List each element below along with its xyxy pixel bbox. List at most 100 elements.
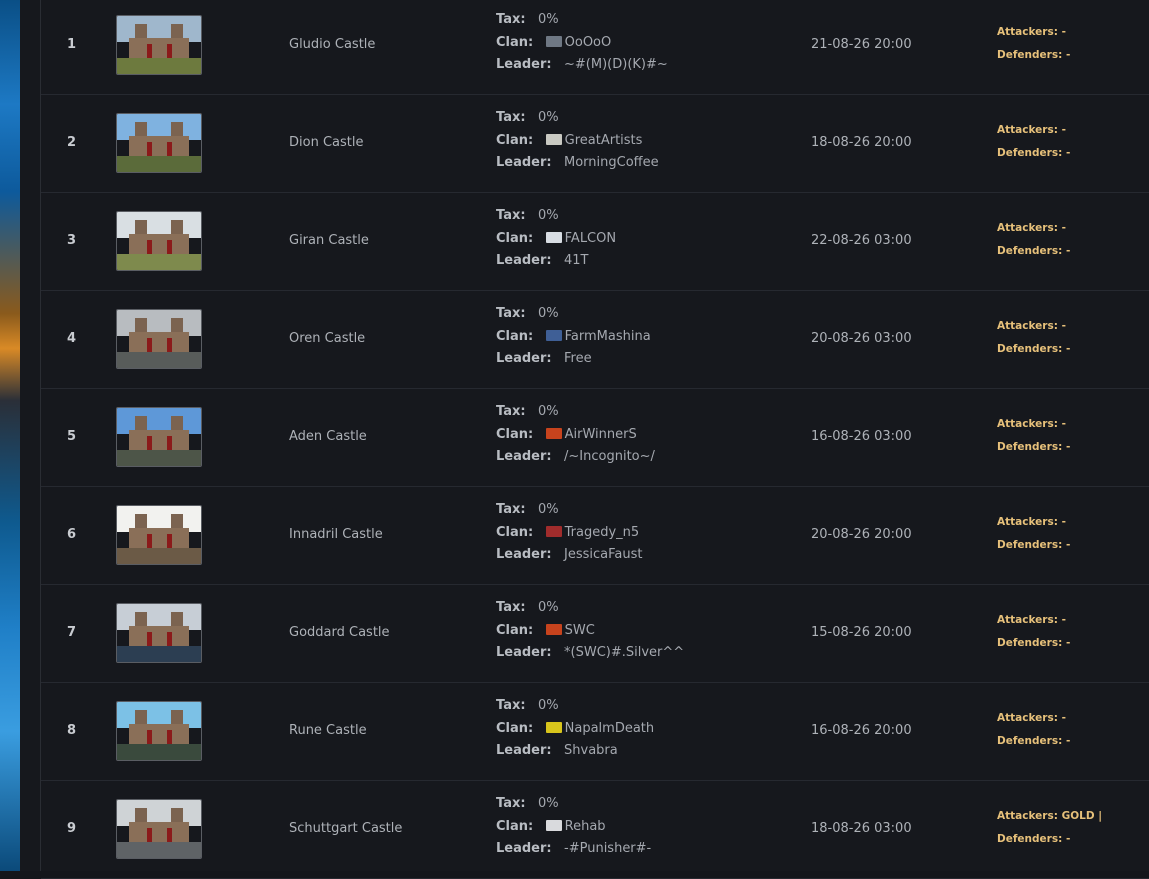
castle-image-banner: [147, 240, 152, 254]
leader-label: Leader:: [496, 841, 552, 856]
defenders-value: -: [1065, 734, 1071, 747]
tax-value: 0%: [537, 404, 559, 419]
castle-row: 8 Rune Castle Tax: 0% Clan: NapalmDeath …: [41, 682, 1149, 781]
siege-date: 20-08-26 20:00: [811, 527, 912, 542]
castle-image-banner: [147, 338, 152, 352]
castle-image-ground: [117, 57, 201, 74]
castle-row: 2 Dion Castle Tax: 0% Clan: GreatArtists…: [41, 94, 1149, 193]
siege-participants: Attackers: - Defenders: -: [997, 217, 1070, 262]
castle-image-banner: [147, 44, 152, 58]
castle-rank: 2: [67, 135, 77, 150]
tax-value: 0%: [537, 600, 559, 615]
tax-label: Tax:: [496, 306, 526, 321]
clan-label: Clan:: [496, 720, 534, 736]
castle-info: Tax: 0% Clan: AirWinnerS Leader: /~Incog…: [496, 401, 655, 469]
attackers-label: Attackers:: [997, 418, 1058, 430]
defenders-value: -: [1065, 146, 1071, 159]
siege-participants: Attackers: - Defenders: -: [997, 707, 1070, 752]
castle-image-banner: [167, 44, 172, 58]
castle-image-banner: [147, 730, 152, 744]
clan-label: Clan:: [496, 328, 534, 344]
defenders-value: -: [1065, 636, 1071, 649]
clan-crest-icon: [545, 623, 562, 635]
castle-image-banner: [167, 142, 172, 156]
clan-label: Clan:: [496, 132, 534, 148]
castle-row: 9 Schuttgart Castle Tax: 0% Clan: Rehab …: [41, 780, 1149, 879]
clan-crest-icon: [545, 329, 562, 341]
castle-rank: 4: [67, 331, 77, 346]
clan-crest-icon: [545, 133, 562, 145]
tax-value: 0%: [537, 306, 559, 321]
castle-image-ground: [117, 645, 201, 662]
castle-rank: 5: [67, 429, 77, 444]
castle-image-ground: [117, 547, 201, 564]
clan-name: SWC: [564, 622, 595, 638]
attackers-label: Attackers:: [997, 124, 1058, 136]
attackers-value: -: [1061, 614, 1066, 626]
clan-name: Tragedy_n5: [564, 524, 640, 540]
leader-label: Leader:: [496, 155, 552, 170]
siege-date: 18-08-26 03:00: [811, 821, 912, 836]
clan-name: FALCON: [564, 230, 617, 246]
defenders-value: -: [1065, 48, 1071, 61]
castle-info: Tax: 0% Clan: NapalmDeath Leader: Shvabr…: [496, 695, 654, 763]
siege-date: 16-08-26 20:00: [811, 723, 912, 738]
castle-image-ground: [117, 253, 201, 270]
castle-name: Dion Castle: [289, 135, 364, 150]
defenders-label: Defenders:: [997, 636, 1063, 649]
castle-row: 6 Innadril Castle Tax: 0% Clan: Tragedy_…: [41, 486, 1149, 585]
attackers-value: GOLD |: [1061, 810, 1103, 822]
castle-image-banner: [147, 142, 152, 156]
castle-info: Tax: 0% Clan: FALCON Leader: 41T: [496, 205, 616, 273]
tax-value: 0%: [537, 208, 559, 223]
clan-name: Rehab: [564, 818, 606, 834]
clan-name: GreatArtists: [564, 132, 643, 148]
attackers-label: Attackers:: [997, 26, 1058, 38]
castle-image: [116, 505, 202, 565]
defenders-label: Defenders:: [997, 832, 1063, 845]
attackers-label: Attackers:: [997, 810, 1058, 822]
siege-participants: Attackers: - Defenders: -: [997, 609, 1070, 654]
clan-label: Clan:: [496, 34, 534, 50]
castle-list-panel: 1 Gludio Castle Tax: 0% Clan: OoOoO Lead…: [20, 0, 1149, 879]
castle-image-ground: [117, 743, 201, 760]
defenders-value: -: [1065, 342, 1071, 355]
tax-label: Tax:: [496, 404, 526, 419]
leader-label: Leader:: [496, 449, 552, 464]
castle-name: Giran Castle: [289, 233, 369, 248]
siege-participants: Attackers: - Defenders: -: [997, 119, 1070, 164]
clan-crest-icon: [545, 721, 562, 733]
defenders-label: Defenders:: [997, 48, 1063, 61]
background-art-strip: [0, 0, 20, 871]
defenders-label: Defenders:: [997, 244, 1063, 257]
siege-participants: Attackers: - Defenders: -: [997, 21, 1070, 66]
siege-date: 15-08-26 20:00: [811, 625, 912, 640]
siege-participants: Attackers: GOLD | Defenders: -: [997, 805, 1102, 850]
castle-rank: 3: [67, 233, 77, 248]
tax-label: Tax:: [496, 698, 526, 713]
castle-info: Tax: 0% Clan: Rehab Leader: -#Punisher#-: [496, 793, 651, 861]
castle-image-banner: [167, 338, 172, 352]
castle-name: Rune Castle: [289, 723, 367, 738]
attackers-value: -: [1061, 124, 1066, 136]
clan-name: FarmMashina: [564, 328, 651, 344]
clan-label: Clan:: [496, 524, 534, 540]
tax-label: Tax:: [496, 796, 526, 811]
attackers-value: -: [1061, 26, 1066, 38]
castle-image-banner: [167, 534, 172, 548]
leader-label: Leader:: [496, 351, 552, 366]
table-left-border: [40, 0, 41, 871]
castle-image-ground: [117, 155, 201, 172]
castle-row: 3 Giran Castle Tax: 0% Clan: FALCON Lead…: [41, 192, 1149, 291]
castle-image: [116, 211, 202, 271]
siege-participants: Attackers: - Defenders: -: [997, 315, 1070, 360]
leader-name: /~Incognito~/: [564, 449, 655, 464]
leader-label: Leader:: [496, 57, 552, 72]
defenders-value: -: [1065, 538, 1071, 551]
tax-value: 0%: [537, 698, 559, 713]
clan-crest-icon: [545, 35, 562, 47]
attackers-value: -: [1061, 712, 1066, 724]
castle-image-banner: [147, 534, 152, 548]
castle-name: Aden Castle: [289, 429, 367, 444]
leader-name: *(SWC)#.Silver^^: [564, 645, 685, 660]
